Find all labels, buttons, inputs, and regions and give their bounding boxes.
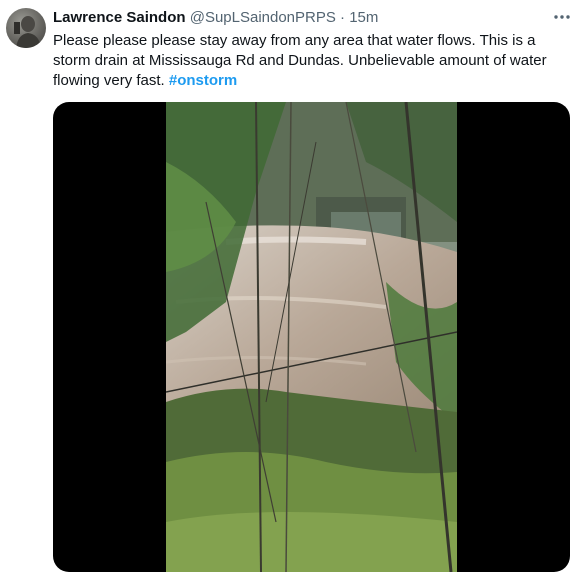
avatar[interactable] xyxy=(6,8,46,48)
user-handle[interactable]: @SupLSaindonPRPS xyxy=(190,9,336,26)
video-player[interactable] xyxy=(53,102,570,572)
video-thumbnail xyxy=(166,102,457,572)
hashtag-link[interactable]: #onstorm xyxy=(169,72,237,89)
tweet-body: Please please please stay away from any … xyxy=(53,32,547,89)
tweet-text: Please please please stay away from any … xyxy=(53,31,573,91)
more-horizontal-icon xyxy=(554,15,570,19)
video-frame[interactable] xyxy=(166,102,457,572)
tweet-card[interactable]: Lawrence Saindon @SupLSaindonPRPS · 15m … xyxy=(0,0,588,572)
separator-dot: · xyxy=(340,9,346,26)
more-options-button[interactable] xyxy=(548,6,576,28)
tweet-header: Lawrence Saindon @SupLSaindonPRPS · 15m xyxy=(53,9,378,27)
avatar-photo xyxy=(14,16,41,48)
display-name[interactable]: Lawrence Saindon xyxy=(53,9,186,26)
timestamp[interactable]: 15m xyxy=(349,9,378,26)
